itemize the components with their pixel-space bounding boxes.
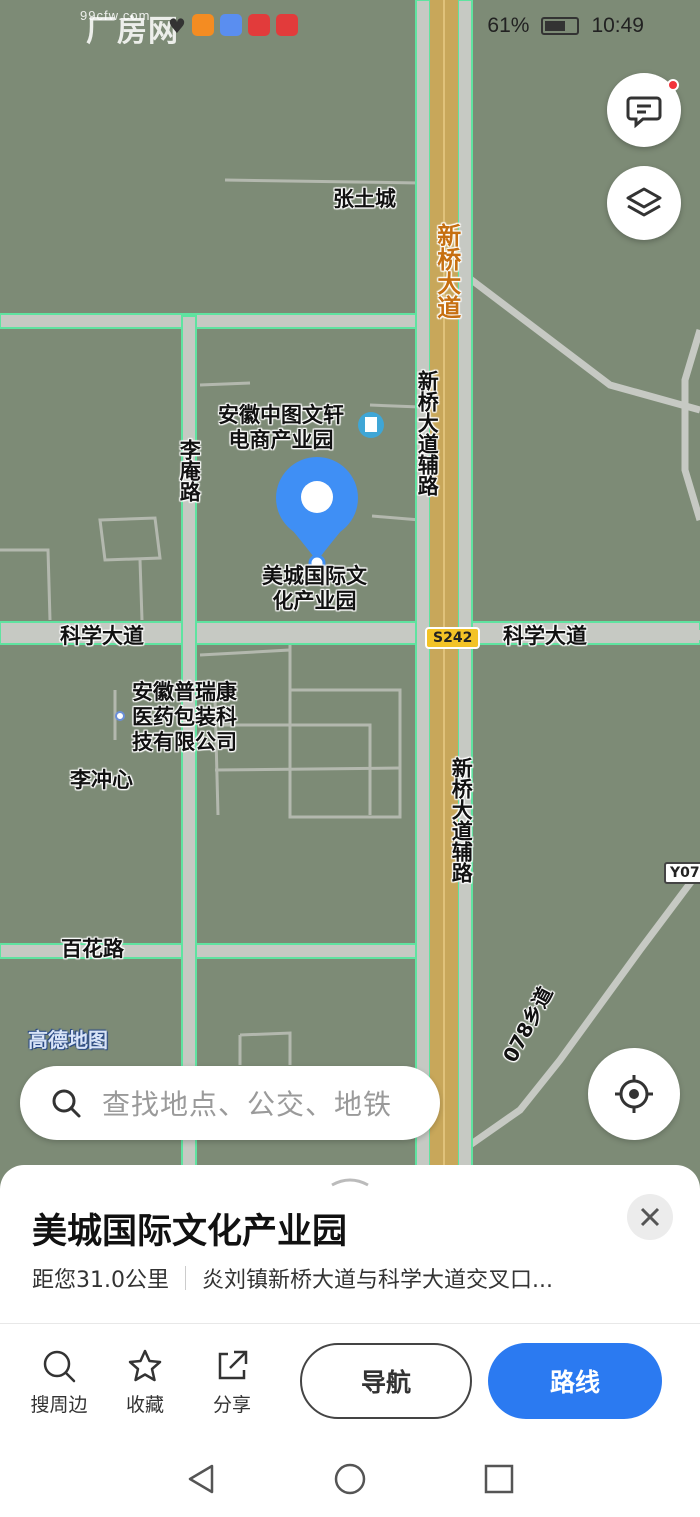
poi-label-purui-line1: 安徽普瑞康 bbox=[132, 680, 237, 704]
map-label-baihua-road: 百花路 bbox=[61, 937, 124, 961]
meta-divider bbox=[185, 1266, 186, 1290]
place-title: 美城国际文化产业园 bbox=[32, 1212, 348, 1252]
watermark: 厂房网 99cfw.com bbox=[8, 6, 179, 50]
drag-handle-icon[interactable] bbox=[330, 1177, 370, 1187]
clock: 10:49 bbox=[591, 14, 644, 37]
map-label-lian-road: 李庵路 bbox=[177, 439, 202, 502]
search-icon bbox=[52, 1089, 81, 1118]
back-icon[interactable] bbox=[184, 1462, 218, 1496]
battery-percent: 61% bbox=[487, 14, 530, 37]
poi-label-meicheng-line2: 化产业园 bbox=[272, 589, 357, 614]
watermark-url: 99cfw.com bbox=[80, 8, 151, 23]
map-label-kexue-right: 科学大道 bbox=[503, 624, 587, 648]
nearby-label: 搜周边 bbox=[30, 1394, 88, 1416]
map-label-xinqiao-main: 新桥大道 bbox=[432, 223, 461, 319]
nearby-search-button[interactable]: 搜周边 bbox=[24, 1348, 94, 1417]
book-app-icon bbox=[247, 14, 270, 36]
layers-button[interactable] bbox=[607, 166, 681, 240]
navigate-button[interactable]: 导航 bbox=[300, 1343, 472, 1419]
favorite-label: 收藏 bbox=[125, 1394, 164, 1416]
map-label-kexue-left: 科学大道 bbox=[60, 624, 144, 648]
favorite-button[interactable]: 收藏 bbox=[110, 1348, 180, 1417]
notification-icons: ♥ bbox=[168, 14, 298, 38]
sheet-divider bbox=[0, 1323, 700, 1324]
poi-label-meicheng[interactable]: 美城国际文 化产业园 bbox=[262, 564, 367, 614]
star-icon bbox=[128, 1349, 162, 1382]
map-label-lichongxin: 李冲心 bbox=[70, 768, 133, 792]
search-input[interactable]: 查找地点、公交、地铁 bbox=[102, 1083, 392, 1123]
search-bar[interactable]: 查找地点、公交、地铁 bbox=[20, 1066, 440, 1140]
poi-label-purui[interactable]: 安徽普瑞康 医药包装科 技有限公司 bbox=[132, 680, 237, 756]
locate-me-button[interactable] bbox=[588, 1048, 680, 1140]
system-nav-bar bbox=[0, 1440, 700, 1517]
poi-label-purui-line3: 技有限公司 bbox=[132, 730, 237, 755]
status-bar: 厂房网 99cfw.com ♥ 61% 10:49 bbox=[0, 0, 700, 56]
poi-label-purui-line2: 医药包装科 bbox=[132, 705, 237, 730]
poi-label-zhongtu[interactable]: 安徽中图文轩 电商产业园 bbox=[218, 403, 344, 453]
battery-icon bbox=[541, 17, 580, 35]
feedback-button[interactable] bbox=[607, 73, 681, 147]
address-text: 炎刘镇新桥大道与科学大道交叉口... bbox=[202, 1268, 553, 1293]
chat-bubble-icon bbox=[626, 96, 662, 129]
highway-shield-s242: S242 bbox=[425, 627, 481, 649]
share-label: 分享 bbox=[212, 1394, 251, 1416]
search-icon bbox=[43, 1350, 76, 1383]
map-label-zhangtucheng: 张土城 bbox=[333, 187, 396, 211]
map-label-xinqiao-aux-bottom: 新桥大道辅路 bbox=[449, 757, 474, 883]
music-app-icon bbox=[219, 14, 242, 36]
crosshair-icon bbox=[615, 1075, 653, 1113]
close-button[interactable] bbox=[627, 1194, 673, 1240]
share-icon bbox=[218, 1350, 248, 1380]
share-button[interactable]: 分享 bbox=[197, 1348, 267, 1417]
place-meta: 距您31.0公里 炎刘镇新桥大道与科学大道交叉口... bbox=[32, 1262, 553, 1294]
store-app-icon bbox=[275, 14, 298, 36]
map-logo: 高德地图 bbox=[28, 1028, 108, 1052]
status-right: 61% 10:49 bbox=[487, 14, 644, 38]
map-label-xinqiao-aux-top: 新桥大道辅路 bbox=[415, 370, 440, 496]
home-icon[interactable] bbox=[333, 1462, 367, 1496]
poi-label-meicheng-line1: 美城国际文 bbox=[262, 564, 367, 588]
layers-icon bbox=[626, 187, 662, 217]
notification-dot bbox=[667, 79, 679, 91]
route-button[interactable]: 路线 bbox=[488, 1343, 662, 1419]
health-icon: ♥ bbox=[168, 14, 186, 38]
close-icon bbox=[640, 1207, 660, 1227]
distance-text: 距您31.0公里 bbox=[32, 1268, 169, 1293]
poi-label-zhongtu-line2: 电商产业园 bbox=[228, 428, 334, 453]
recents-icon[interactable] bbox=[482, 1462, 516, 1496]
building-poi-icon bbox=[358, 412, 384, 438]
poi-label-zhongtu-line1: 安徽中图文轩 bbox=[218, 403, 344, 427]
road-shield-y07: Y07 bbox=[664, 862, 700, 884]
video-app-icon bbox=[191, 14, 214, 36]
